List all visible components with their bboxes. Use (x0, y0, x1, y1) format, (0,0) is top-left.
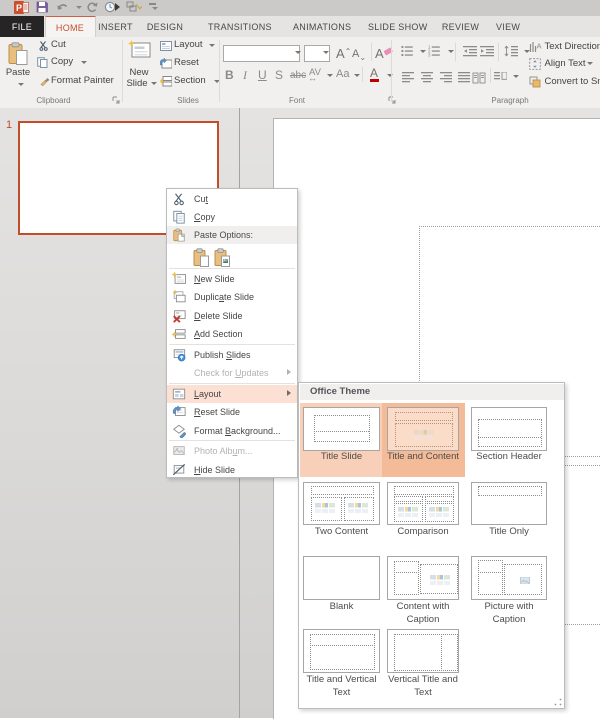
svg-text:P: P (16, 3, 22, 13)
svg-text:3: 3 (428, 53, 431, 57)
svg-text:A: A (536, 41, 541, 50)
